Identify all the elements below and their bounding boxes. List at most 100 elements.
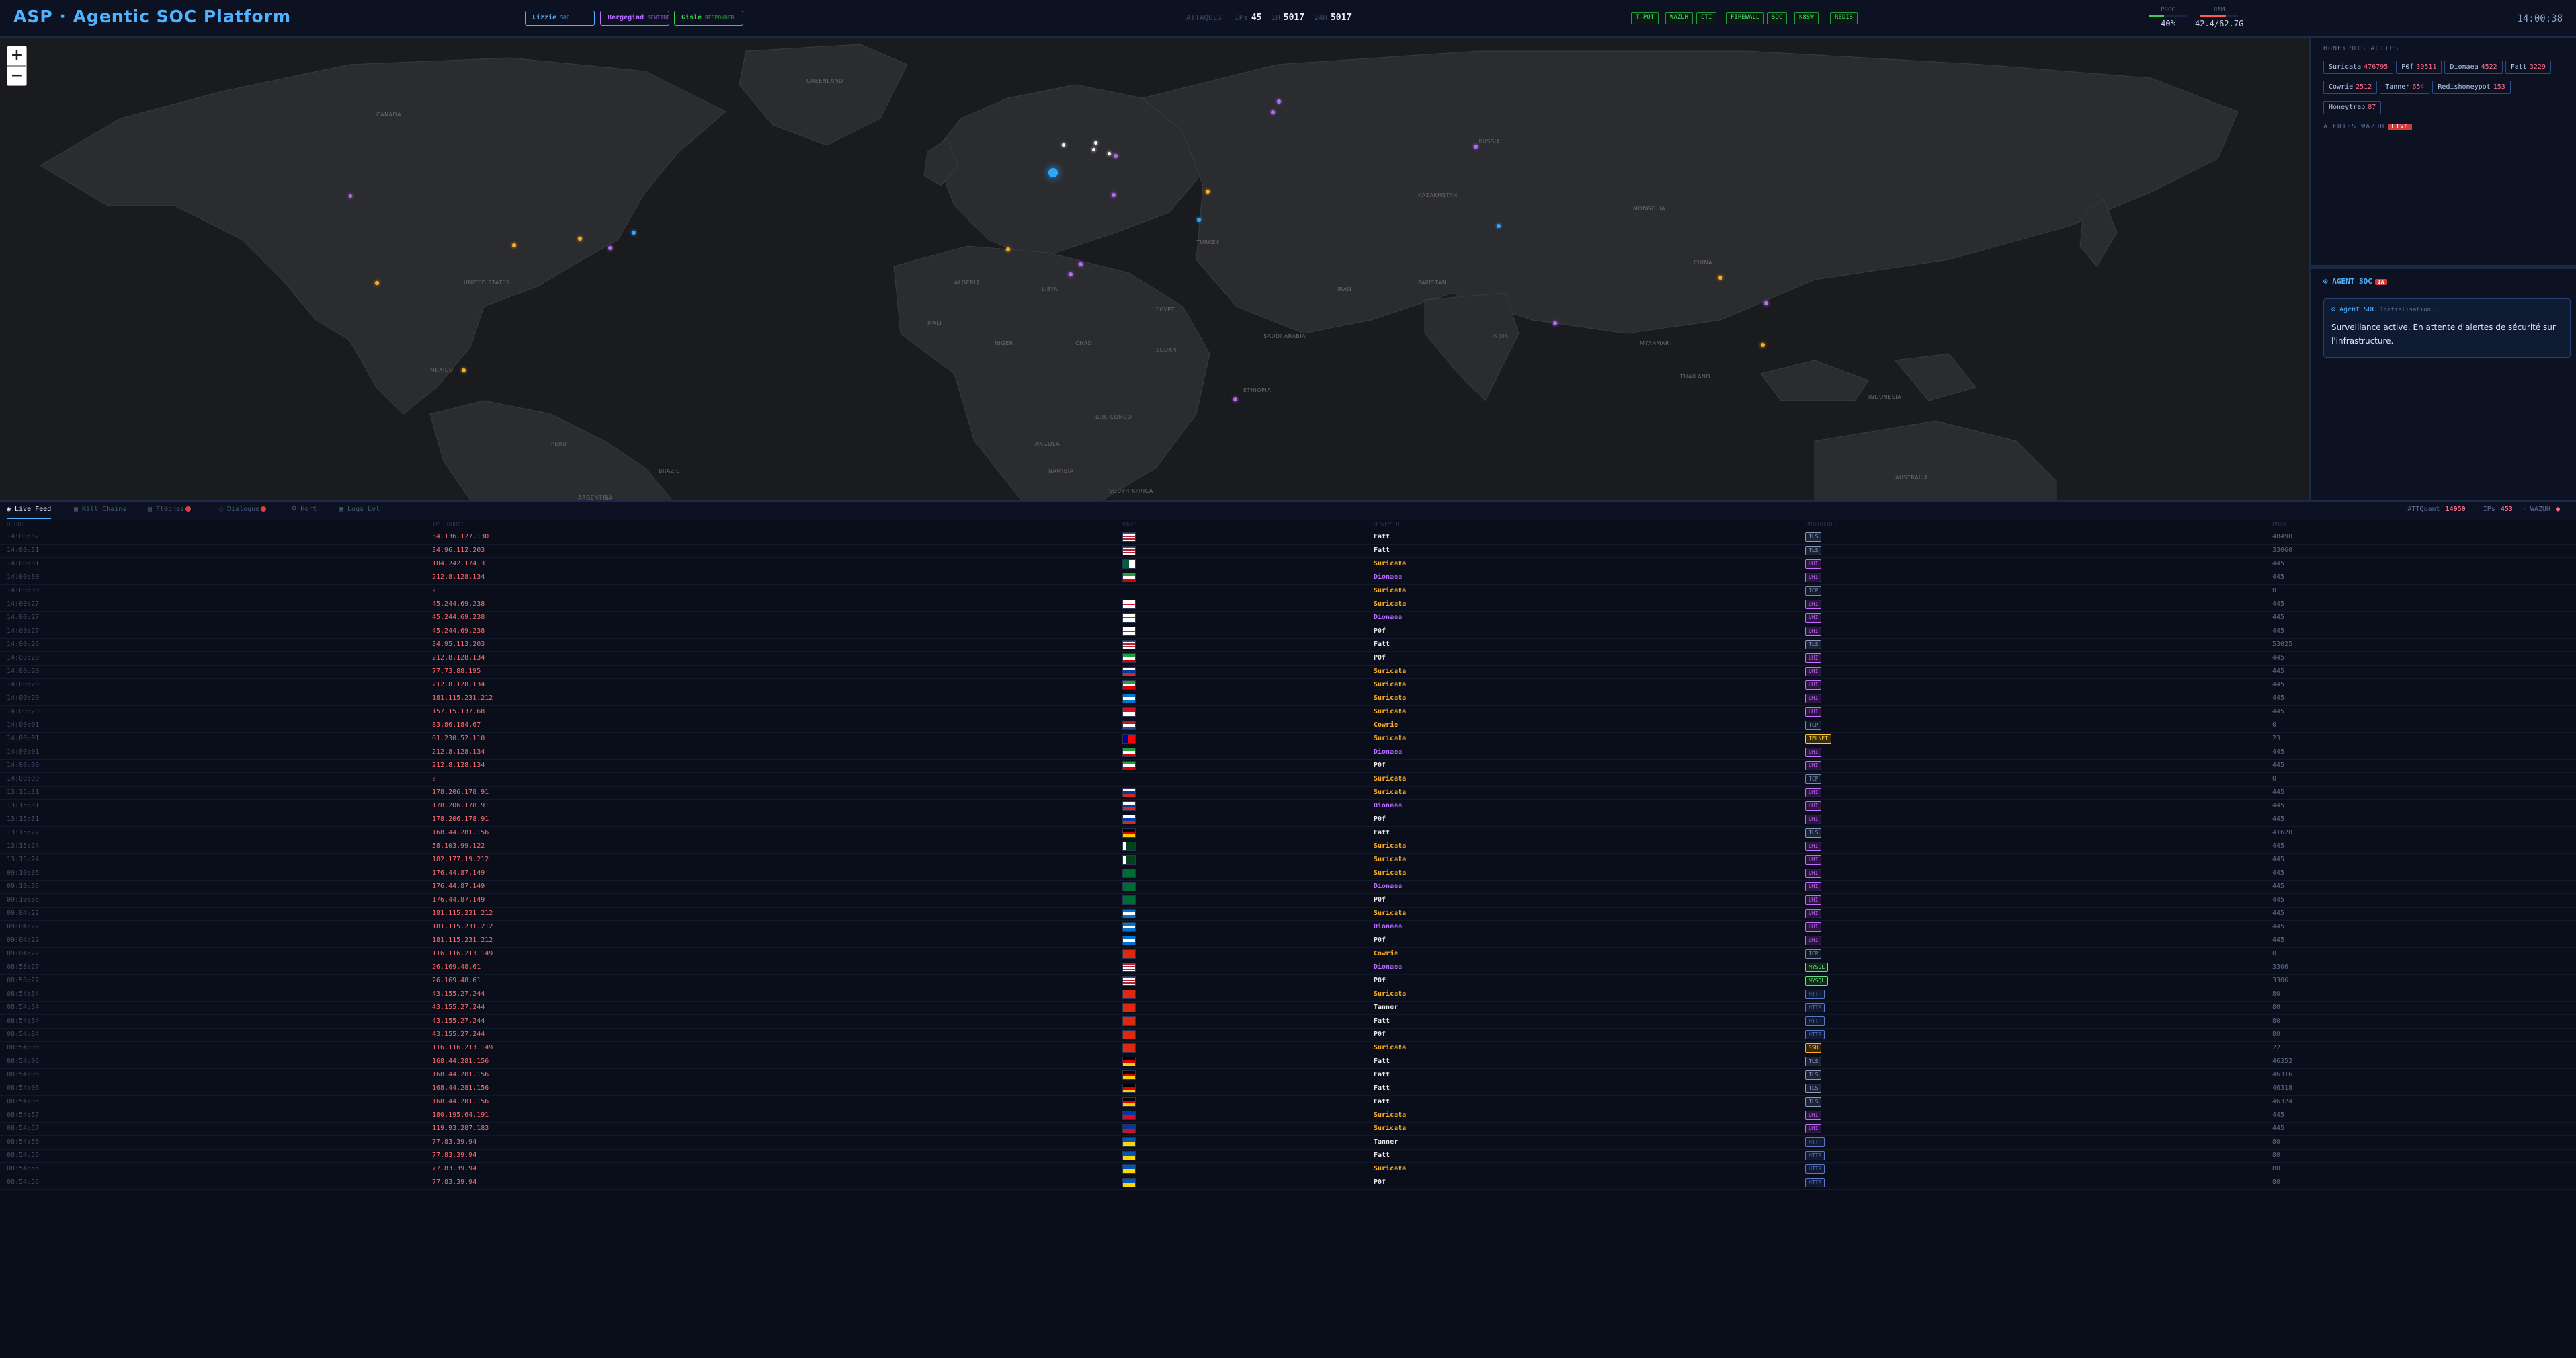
attack-marker[interactable]	[1761, 343, 1765, 347]
row-ip[interactable]: 180.195.64.191	[432, 1111, 489, 1119]
attack-marker[interactable]	[1093, 141, 1097, 145]
tab-dialogue[interactable]: ◌ Dialogue	[219, 506, 267, 519]
row-ip[interactable]: 168.44.281.156	[432, 1098, 489, 1105]
row-ip[interactable]: 168.44.281.156	[432, 1071, 489, 1078]
row-ip[interactable]: 34.95.113.203	[432, 641, 485, 648]
table-row[interactable]: 14:00:01 212.8.128.134 Dionaea UHI 445	[0, 746, 2576, 760]
row-ip[interactable]: 181.115.231.212	[432, 910, 493, 917]
world-attack-map[interactable]: UNITED STATES MEXICO BRAZIL PERU ALGERIA LIBY…	[0, 38, 2309, 500]
attack-marker[interactable]	[1197, 218, 1201, 222]
honeypot-chip-dionaea[interactable]: Dionaea 4522	[2444, 61, 2503, 74]
row-ip[interactable]: 34.96.112.203	[432, 547, 485, 554]
attack-marker[interactable]	[1233, 397, 1237, 401]
tab-kill-chains[interactable]: ▦ Kill Chains	[74, 506, 126, 519]
row-ip[interactable]: 77.83.39.94	[432, 1179, 476, 1186]
tab-hort[interactable]: ⚲ Hort	[292, 506, 317, 519]
row-ip[interactable]: 157.15.137.68	[432, 708, 485, 715]
table-row[interactable]: 14:00:27 45.244.69.238 P0f UHI 445	[0, 625, 2576, 639]
table-row[interactable]: 08:54:34 43.155.27.244 Suricata HTTP 80	[0, 988, 2576, 1002]
table-row[interactable]: 08:54:57 180.195.64.191 Suricata UHI 445	[0, 1109, 2576, 1123]
attack-marker[interactable]	[1006, 247, 1010, 251]
user-chip-lizzie[interactable]: Lizzie SOC	[525, 11, 595, 26]
table-row[interactable]: 14:00:31 34.96.112.203 Fatt TLS 33060	[0, 545, 2576, 558]
table-row[interactable]: 14:00:20 157.15.137.68 Suricata UHI 445	[0, 706, 2576, 719]
row-ip[interactable]: 212.8.128.134	[432, 573, 485, 581]
table-row[interactable]: 13:15:31 178.206.178.91 Suricata UHI 445	[0, 787, 2576, 800]
row-ip[interactable]: 212.8.128.134	[432, 762, 485, 769]
attack-marker[interactable]	[1112, 193, 1116, 197]
table-row[interactable]: 13:15:27 168.44.281.156 Fatt TLS 41620	[0, 827, 2576, 840]
row-ip[interactable]: 212.8.128.134	[432, 654, 485, 662]
row-ip[interactable]: 77.83.39.94	[432, 1138, 476, 1146]
tab-logs-lvl[interactable]: ▣ Logs Lvl	[339, 506, 380, 519]
table-row[interactable]: 13:15:31 178.206.178.91 P0f UHI 445	[0, 813, 2576, 827]
user-chip-bergegind[interactable]: BergegindSENTINEL	[600, 11, 669, 26]
status-pill-cti[interactable]: CTI	[1696, 12, 1717, 24]
tab-live-feed[interactable]: ◉ Live Feed	[7, 506, 52, 519]
row-ip[interactable]: 26.169.48.61	[432, 977, 481, 984]
table-row[interactable]: 08:54:34 43.155.27.244 Fatt HTTP 80	[0, 1015, 2576, 1029]
table-row[interactable]: 08:54:56 77.83.39.94 Suricata HTTP 80	[0, 1163, 2576, 1176]
table-row[interactable]: 09:10:36 176.44.87.149 Dionaea UHI 445	[0, 881, 2576, 894]
row-ip[interactable]: 182.177.19.212	[432, 856, 489, 863]
table-row[interactable]: 14:00:20 77.73.88.195 Suricata UHI 445	[0, 666, 2576, 679]
row-ip[interactable]: 43.155.27.244	[432, 1004, 485, 1011]
row-ip[interactable]: ?	[432, 587, 436, 594]
row-ip[interactable]: 178.206.178.91	[432, 815, 489, 823]
table-row[interactable]: 14:00:00? Suricata TCP 0	[0, 773, 2576, 787]
attack-marker[interactable]	[1718, 276, 1722, 280]
table-row[interactable]: 14:00:00 212.8.128.134 P0f UHI 445	[0, 760, 2576, 773]
table-row[interactable]: 14:00:01 61.230.52.110 Suricata TELNET 23	[0, 733, 2576, 746]
table-row[interactable]: 08:54:06 168.44.281.156 Fatt TLS 46352	[0, 1055, 2576, 1069]
attack-marker[interactable]	[375, 281, 379, 285]
row-ip[interactable]: ?	[432, 775, 436, 783]
table-row[interactable]: 08:54:06 116.116.213.149 Suricata SSH 22	[0, 1042, 2576, 1055]
table-row[interactable]: 08:54:06 168.44.281.156 Fatt TLS 46316	[0, 1069, 2576, 1082]
status-pill-soc[interactable]: SOC	[1767, 12, 1788, 24]
row-ip[interactable]: 181.115.231.212	[432, 936, 493, 944]
row-ip[interactable]: 181.115.231.212	[432, 923, 493, 930]
row-ip[interactable]: 77.83.39.94	[432, 1165, 476, 1172]
table-row[interactable]: 14:00:26 34.95.113.203 Fatt TLS 53025	[0, 639, 2576, 652]
table-row[interactable]: 09:10:36 176.44.87.149 P0f UHI 445	[0, 894, 2576, 908]
row-ip[interactable]: 34.136.127.130	[432, 533, 489, 541]
table-row[interactable]: 08:54:05 168.44.281.156 Fatt TLS 46324	[0, 1096, 2576, 1109]
table-row[interactable]: 14:00:20 212.8.128.134 P0f UHI 445	[0, 652, 2576, 666]
row-ip[interactable]: 168.44.281.156	[432, 1057, 489, 1065]
table-row[interactable]: 13:15:24 182.177.19.212 Suricata UHI 445	[0, 854, 2576, 867]
attack-marker[interactable]	[1114, 154, 1118, 158]
attack-marker[interactable]	[1091, 147, 1095, 151]
row-ip[interactable]: 212.8.128.134	[432, 681, 485, 688]
attack-marker[interactable]	[1061, 143, 1065, 147]
attack-marker[interactable]	[1764, 301, 1768, 305]
attack-marker[interactable]	[632, 231, 636, 235]
honeypot-chip-tanner[interactable]: Tanner 654	[2380, 81, 2430, 94]
table-row[interactable]: 13:15:31 178.206.178.91 Dionaea UHI 445	[0, 800, 2576, 813]
table-row[interactable]: 08:54:57 119.93.287.183 Suricata UHI 445	[0, 1123, 2576, 1136]
row-ip[interactable]: 43.155.27.244	[432, 1031, 485, 1038]
table-row[interactable]: 08:54:34 43.155.27.244 P0f HTTP 80	[0, 1029, 2576, 1042]
table-row[interactable]: 08:58:27 26.169.48.61 Dionaea MYSQL 3306	[0, 961, 2576, 975]
status-pill-firewall[interactable]: FIREWALL	[1726, 12, 1765, 24]
row-ip[interactable]: 45.244.69.238	[432, 600, 485, 608]
row-ip[interactable]: 176.44.87.149	[432, 869, 485, 877]
table-row[interactable]: 14:00:31 104.242.174.3 Suricata UHI 445	[0, 558, 2576, 571]
table-row[interactable]: 14:00:30? Suricata TCP 0	[0, 585, 2576, 598]
zoom-in-button[interactable]: +	[7, 46, 27, 66]
status-pill-wazuh[interactable]: WAZUH	[1665, 12, 1694, 24]
table-row[interactable]: 08:58:27 26.169.48.61 P0f MYSQL 3306	[0, 975, 2576, 988]
row-ip[interactable]: 61.230.52.110	[432, 735, 485, 742]
attack-marker[interactable]	[1497, 224, 1501, 228]
table-row[interactable]: 09:04:22 181.115.231.212 P0f UHI 445	[0, 934, 2576, 948]
attack-marker[interactable]	[578, 237, 582, 241]
table-row[interactable]: 08:54:06 168.44.281.156 Fatt TLS 46318	[0, 1082, 2576, 1096]
attack-marker[interactable]	[1048, 168, 1058, 177]
attack-marker[interactable]	[1107, 151, 1111, 155]
table-row[interactable]: 14:00:32 34.136.127.130 Fatt TLS 48490	[0, 531, 2576, 545]
row-ip[interactable]: 45.244.69.238	[432, 614, 485, 621]
table-row[interactable]: 14:00:27 45.244.69.238 Dionaea UHI 445	[0, 612, 2576, 625]
attack-marker[interactable]	[608, 246, 612, 250]
row-ip[interactable]: 168.44.281.156	[432, 1084, 489, 1092]
row-ip[interactable]: 119.93.287.183	[432, 1125, 489, 1132]
row-ip[interactable]: 77.73.88.195	[432, 668, 481, 675]
